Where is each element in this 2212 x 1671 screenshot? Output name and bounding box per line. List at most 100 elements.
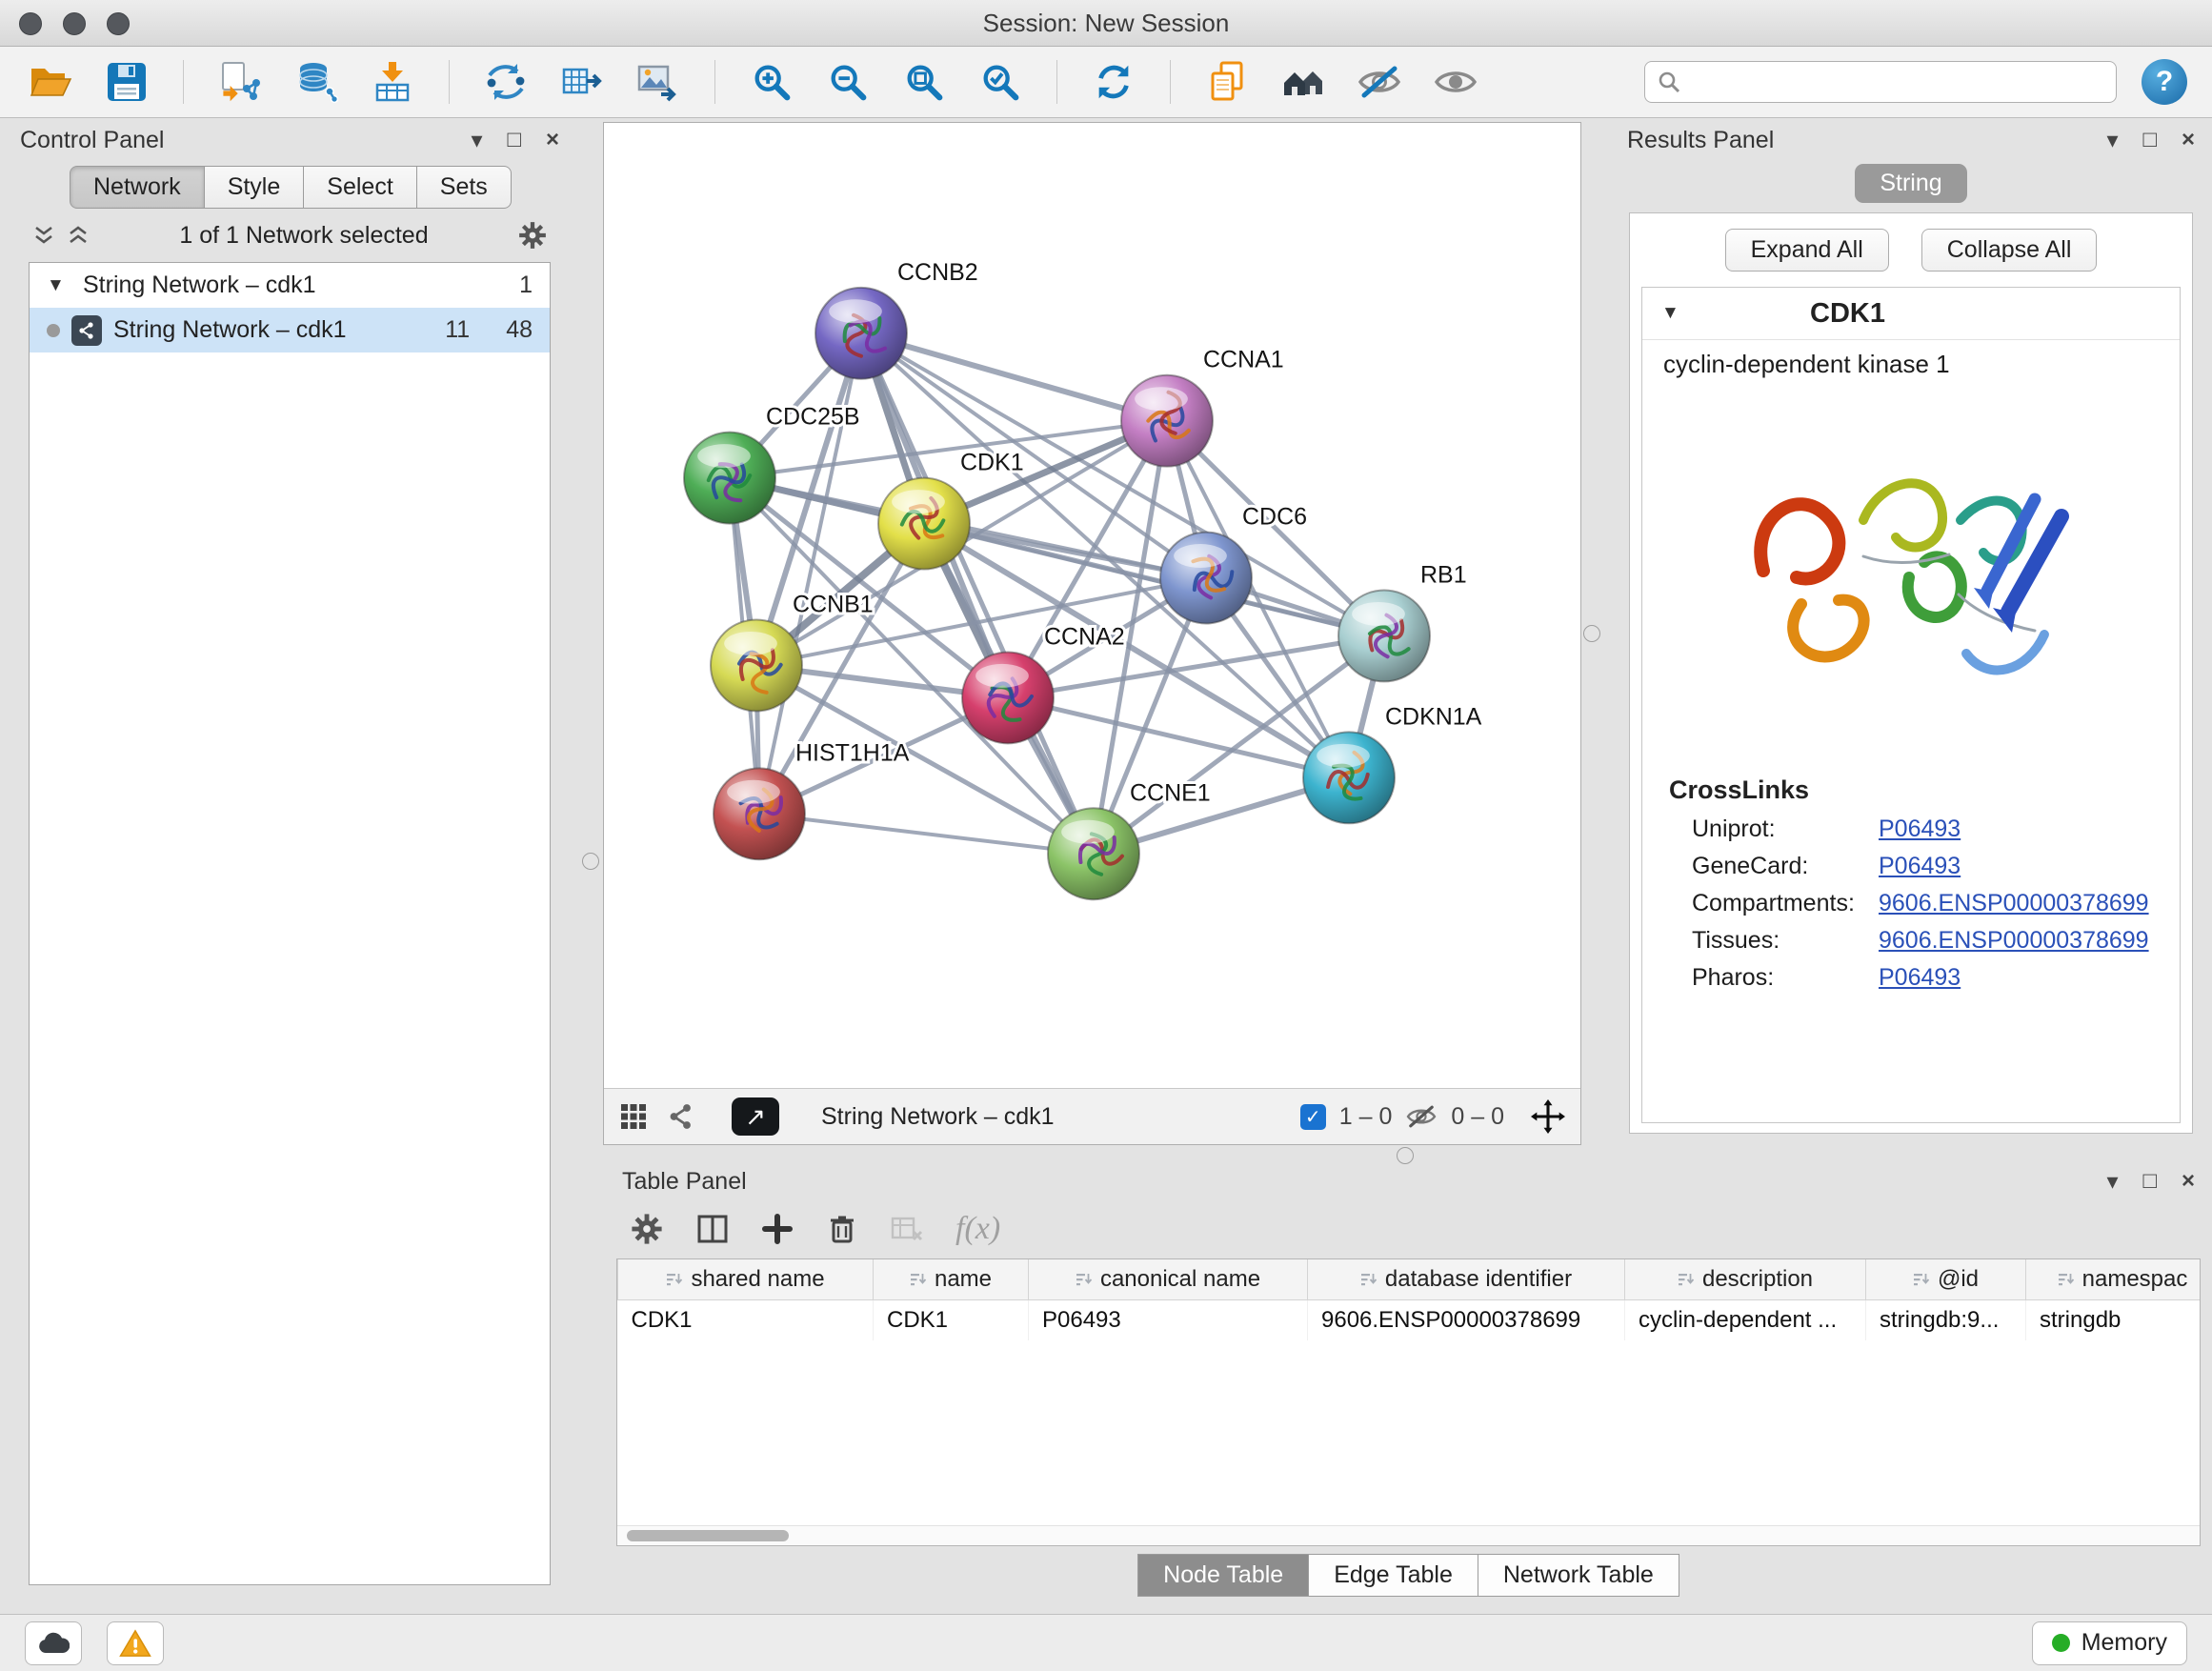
delete-column-trash-icon[interactable] xyxy=(826,1213,858,1245)
tab-network[interactable]: Network xyxy=(70,166,205,209)
table-cell[interactable]: CDK1 xyxy=(618,1300,874,1341)
column-header--id[interactable]: @id xyxy=(1866,1259,2026,1300)
crosslink-link[interactable]: 9606.ENSP00000378699 xyxy=(1879,927,2149,955)
expand-all-button[interactable]: Expand All xyxy=(1725,229,1889,272)
tab-edge-table[interactable]: Edge Table xyxy=(1309,1554,1478,1597)
tab-select[interactable]: Select xyxy=(304,166,416,209)
open-session-icon[interactable] xyxy=(25,56,76,108)
network-selection-row: 1 of 1 Network selected xyxy=(14,209,565,262)
network-item-row[interactable]: String Network – cdk1 11 48 xyxy=(30,308,550,352)
protein-card-caret-icon[interactable]: ▼ xyxy=(1661,303,1686,324)
gear-icon[interactable] xyxy=(517,220,548,251)
search-input[interactable] xyxy=(1689,68,2104,96)
import-network-database-icon[interactable] xyxy=(291,56,342,108)
selected-checkbox-icon[interactable]: ✓ xyxy=(1300,1104,1326,1130)
network-node-CDC6[interactable] xyxy=(1160,533,1252,624)
table-cell[interactable]: P06493 xyxy=(1029,1300,1308,1341)
network-node-CCNB1[interactable] xyxy=(711,619,802,711)
tree-expand-caret-icon[interactable]: ▼ xyxy=(47,275,71,296)
import-network-file-icon[interactable] xyxy=(214,56,266,108)
table-row[interactable]: CDK1CDK1P064939606.ENSP00000378699cyclin… xyxy=(618,1300,2202,1341)
export-image-icon[interactable] xyxy=(633,56,684,108)
help-button[interactable]: ? xyxy=(2142,59,2187,105)
results-panel-float-icon[interactable]: □ xyxy=(2142,127,2157,153)
collapse-all-icon[interactable] xyxy=(31,223,56,248)
table-cell[interactable]: cyclin-dependent ... xyxy=(1625,1300,1866,1341)
zoom-fit-icon[interactable] xyxy=(898,56,950,108)
minimize-window-button[interactable] xyxy=(63,12,86,35)
warnings-button[interactable] xyxy=(107,1621,164,1665)
hide-selected-eye-icon[interactable] xyxy=(1354,56,1405,108)
merge-networks-icon[interactable] xyxy=(480,56,532,108)
network-node-CCNA2[interactable] xyxy=(962,652,1054,743)
toolbar-search[interactable] xyxy=(1644,61,2117,103)
import-table-file-icon[interactable] xyxy=(367,56,418,108)
control-panel-menu-icon[interactable]: ▾ xyxy=(471,127,482,154)
column-header-namespac[interactable]: namespac xyxy=(2026,1259,2202,1300)
open-external-link-button[interactable]: ↗ xyxy=(732,1097,779,1136)
add-column-plus-icon[interactable] xyxy=(761,1213,794,1245)
table-settings-gear-icon[interactable] xyxy=(630,1212,664,1246)
birds-eye-grid-icon[interactable] xyxy=(619,1102,648,1131)
results-panel-close-icon[interactable]: × xyxy=(2182,127,2195,153)
collapse-all-button[interactable]: Collapse All xyxy=(1921,229,2098,272)
control-panel-float-icon[interactable]: □ xyxy=(507,127,521,153)
pan-move-icon[interactable] xyxy=(1531,1099,1565,1134)
scrollbar-thumb[interactable] xyxy=(627,1530,789,1541)
network-node-CCNB2[interactable] xyxy=(815,288,907,379)
tab-string[interactable]: String xyxy=(1855,164,1966,203)
network-collection-row[interactable]: ▼ String Network – cdk1 1 xyxy=(30,263,550,308)
save-session-icon[interactable] xyxy=(101,56,152,108)
memory-button[interactable]: Memory xyxy=(2032,1621,2187,1665)
network-node-RB1[interactable] xyxy=(1338,591,1430,682)
table-panel-float-icon[interactable]: □ xyxy=(2142,1168,2157,1195)
show-columns-icon[interactable] xyxy=(696,1213,729,1245)
crosslink-link[interactable]: P06493 xyxy=(1879,815,1961,843)
table-horizontal-scrollbar[interactable] xyxy=(617,1525,2200,1545)
zoom-out-icon[interactable] xyxy=(822,56,874,108)
zoom-selected-icon[interactable] xyxy=(975,56,1026,108)
crosslink-link[interactable]: P06493 xyxy=(1879,853,1961,880)
left-splitter-handle[interactable] xyxy=(582,853,599,870)
maximize-window-button[interactable] xyxy=(107,12,130,35)
bottom-splitter-handle[interactable] xyxy=(1397,1147,1414,1164)
control-panel-close-icon[interactable]: × xyxy=(546,127,559,153)
network-node-CDKN1A[interactable] xyxy=(1303,732,1395,823)
export-network-icon[interactable] xyxy=(556,56,608,108)
copy-document-icon[interactable] xyxy=(1201,56,1253,108)
tab-sets[interactable]: Sets xyxy=(417,166,512,209)
crosslink-link[interactable]: P06493 xyxy=(1879,964,1961,992)
network-node-HIST1H1A[interactable] xyxy=(714,768,805,859)
table-cell[interactable]: stringdb:9... xyxy=(1866,1300,2026,1341)
results-panel-menu-icon[interactable]: ▾ xyxy=(2106,127,2118,154)
tab-node-table[interactable]: Node Table xyxy=(1137,1554,1309,1597)
home-icon[interactable] xyxy=(1277,56,1329,108)
apply-layout-icon[interactable] xyxy=(1088,56,1139,108)
table-cell[interactable]: 9606.ENSP00000378699 xyxy=(1308,1300,1625,1341)
table-panel-menu-icon[interactable]: ▾ xyxy=(2106,1168,2118,1196)
network-node-CDK1[interactable] xyxy=(878,478,970,570)
crosslink-link[interactable]: 9606.ENSP00000378699 xyxy=(1879,890,2149,917)
column-header-description[interactable]: description xyxy=(1625,1259,1866,1300)
zoom-in-icon[interactable] xyxy=(746,56,797,108)
show-all-eye-icon[interactable] xyxy=(1430,56,1481,108)
network-canvas[interactable]: CCNB2CCNA1CDC25BCDK1CDC6RB1CCNB1CCNA2CDK… xyxy=(604,123,1580,1088)
table-panel-close-icon[interactable]: × xyxy=(2182,1168,2195,1195)
network-node-CDC25B[interactable] xyxy=(684,433,775,524)
share-network-icon[interactable] xyxy=(667,1102,695,1131)
column-header-name[interactable]: name xyxy=(874,1259,1029,1300)
cloud-status-button[interactable] xyxy=(25,1621,82,1665)
expand-all-icon[interactable] xyxy=(66,223,90,248)
column-header-shared-name[interactable]: shared name xyxy=(618,1259,874,1300)
network-node-CCNE1[interactable] xyxy=(1048,808,1139,899)
tab-network-table[interactable]: Network Table xyxy=(1478,1554,1679,1597)
crosslink-row: GeneCard:P06493 xyxy=(1642,848,2180,885)
network-node-CCNA1[interactable] xyxy=(1121,375,1213,467)
table-cell[interactable]: CDK1 xyxy=(874,1300,1029,1341)
table-cell[interactable]: stringdb xyxy=(2026,1300,2202,1341)
tab-style[interactable]: Style xyxy=(205,166,305,209)
right-splitter-handle[interactable] xyxy=(1583,625,1600,642)
column-header-canonical-name[interactable]: canonical name xyxy=(1029,1259,1308,1300)
column-header-database-identifier[interactable]: database identifier xyxy=(1308,1259,1625,1300)
close-window-button[interactable] xyxy=(19,12,42,35)
